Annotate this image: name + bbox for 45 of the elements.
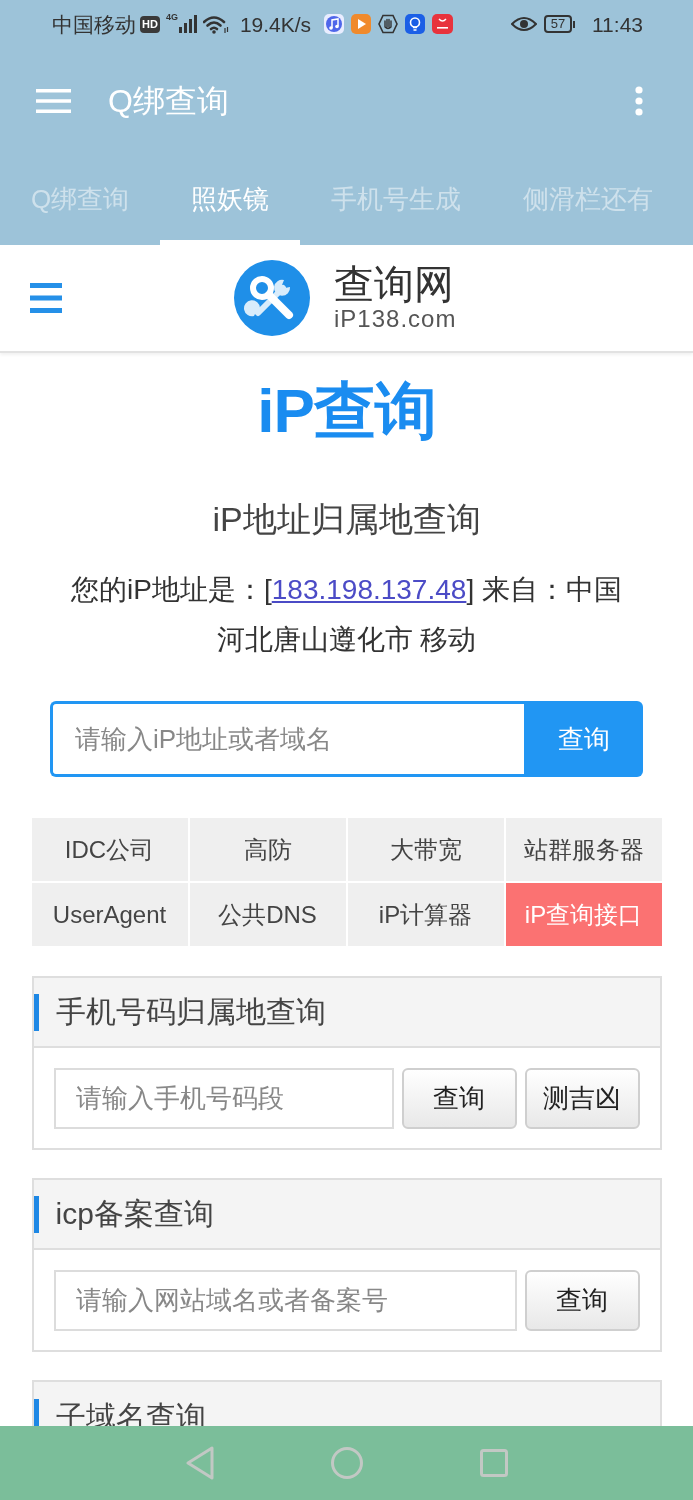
title-accent-bar	[33, 993, 39, 1031]
signal-icon	[178, 15, 197, 33]
quick-link[interactable]: iP计算器	[347, 883, 504, 946]
query-button[interactable]: 查询	[401, 1067, 517, 1129]
menu-icon[interactable]	[30, 283, 62, 313]
home-icon[interactable]	[330, 1447, 363, 1479]
ip-lookup-logo: iP查询	[257, 380, 436, 442]
hand-app-icon	[378, 14, 399, 34]
query-button[interactable]: 查询	[524, 1269, 640, 1331]
quick-link[interactable]: 站群服务器	[505, 818, 662, 881]
music-app-icon	[324, 14, 345, 34]
quick-link[interactable]: UserAgent	[31, 883, 188, 946]
quick-link[interactable]: 高防	[189, 818, 346, 881]
text-field[interactable]: 请输入网站域名或者备案号	[53, 1269, 517, 1331]
network-type-label: 4G	[165, 13, 178, 22]
battery-indicator: 57	[544, 15, 575, 33]
app-title: Q绑查询	[108, 85, 229, 117]
back-icon[interactable]	[185, 1446, 214, 1480]
text-field[interactable]: 请输入手机号码段	[53, 1067, 394, 1129]
page-heading: iP地址归属地查询	[212, 499, 481, 540]
logo-icon	[234, 260, 310, 336]
ip-address-link[interactable]: 183.198.137.48	[271, 574, 467, 605]
light-bulb-app-icon	[405, 14, 426, 34]
ip-result-text: 您的iP地址是：[183.198.137.48] 来自：中国河北唐山遵化市 移动	[70, 573, 623, 657]
quick-link[interactable]: 大带宽	[347, 818, 504, 881]
site-domain: iP138.com	[334, 305, 457, 333]
site-name: 查询网	[334, 263, 455, 305]
network-speed: 19.4K/s	[239, 13, 312, 35]
app-icon	[432, 14, 454, 34]
quick-link[interactable]: IDC公司	[31, 818, 188, 881]
quick-link[interactable]: 公共DNS	[189, 883, 346, 946]
ip-search-field[interactable]: 请输入iP地址或者域名	[50, 701, 524, 777]
panel-title: icp备案查询	[55, 1199, 214, 1229]
hd-badge: HD	[140, 15, 160, 33]
title-accent-bar	[33, 1195, 39, 1233]
wifi-icon	[202, 14, 229, 34]
play-app-icon	[351, 14, 372, 34]
menu-icon[interactable]	[36, 89, 71, 113]
clock-time: 11:43	[592, 13, 643, 35]
query-button[interactable]: 测吉凶	[524, 1067, 640, 1129]
eye-icon	[511, 16, 537, 32]
panel-title: 手机号码归属地查询	[55, 997, 326, 1027]
carrier-name: 中国移动	[52, 13, 136, 35]
recent-apps-icon[interactable]	[479, 1449, 508, 1477]
more-options-icon[interactable]	[635, 86, 643, 116]
